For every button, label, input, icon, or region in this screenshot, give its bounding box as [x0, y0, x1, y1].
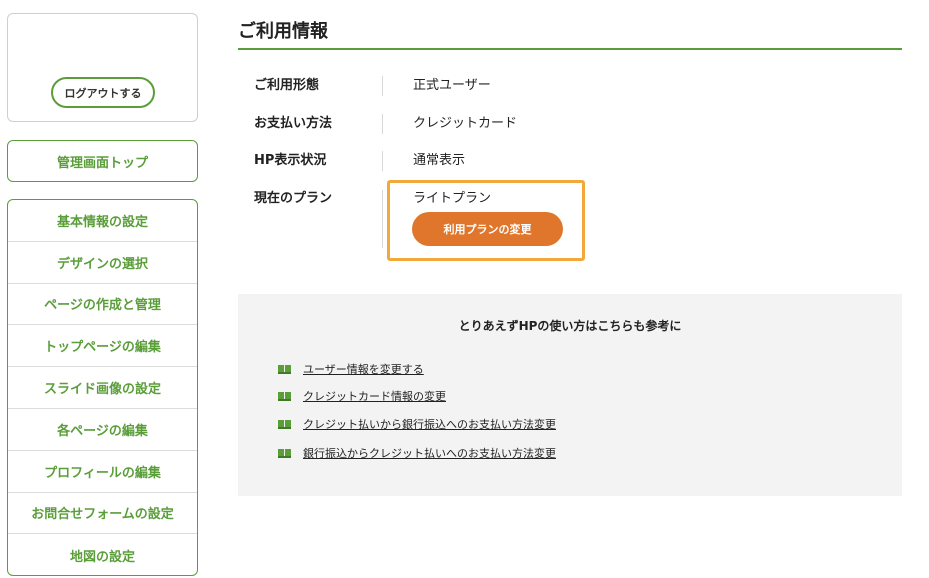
info-label: HP表示状況 — [254, 153, 327, 168]
info-label: 現在のプラン — [254, 191, 333, 206]
menu-item-basic-info[interactable]: 基本情報の設定 — [8, 200, 197, 242]
help-link-text: クレジット払いから銀行振込へのお支払い方法変更 — [303, 418, 556, 431]
info-separator — [382, 114, 383, 134]
info-separator — [382, 76, 383, 96]
title-divider — [238, 48, 902, 50]
help-box: とりあえずHPの使い方はこちらも参考に ユーザー情報を変更する クレジットカード… — [238, 294, 902, 496]
plan-separator — [382, 190, 383, 248]
book-icon — [278, 364, 291, 374]
help-link-text: 銀行振込からクレジット払いへのお支払い方法変更 — [303, 447, 556, 460]
book-icon — [278, 419, 291, 429]
menu-item-profile[interactable]: プロフィールの編集 — [8, 451, 197, 493]
help-link-credit-to-bank[interactable]: クレジット払いから銀行振込へのお支払い方法変更 — [278, 415, 556, 433]
logout-button[interactable]: ログアウトする — [51, 77, 155, 108]
book-icon — [278, 391, 291, 401]
info-row-display-status: HP表示状況 通常表示 — [254, 151, 654, 175]
menu-item-contact-form[interactable]: お問合せフォームの設定 — [8, 493, 197, 535]
menu-item-each-page[interactable]: 各ページの編集 — [8, 409, 197, 451]
menu-item-pages[interactable]: ページの作成と管理 — [8, 284, 197, 326]
info-value: 正式ユーザー — [413, 78, 491, 93]
menu-item-map[interactable]: 地図の設定 — [8, 534, 197, 575]
info-label: ご利用形態 — [254, 78, 320, 93]
info-row-payment-method: お支払い方法 クレジットカード — [254, 114, 654, 138]
menu-item-top-page[interactable]: トップページの編集 — [8, 325, 197, 368]
page-title: ご利用情報 — [238, 21, 328, 42]
info-value: 通常表示 — [413, 153, 466, 168]
admin-top-button[interactable]: 管理画面トップ — [7, 140, 198, 182]
menu-item-design[interactable]: デザインの選択 — [8, 242, 197, 284]
help-link-user-info[interactable]: ユーザー情報を変更する — [278, 360, 424, 378]
account-box: ログアウトする — [7, 13, 198, 122]
info-value: クレジットカード — [413, 116, 518, 131]
help-title: とりあえずHPの使い方はこちらも参考に — [458, 319, 682, 333]
info-label: お支払い方法 — [254, 116, 333, 131]
settings-menu: 基本情報の設定 デザインの選択 ページの作成と管理 トップページの編集 スライド… — [7, 199, 198, 576]
help-link-credit-card[interactable]: クレジットカード情報の変更 — [278, 387, 446, 405]
help-link-text: クレジットカード情報の変更 — [303, 390, 446, 403]
info-separator — [382, 151, 383, 171]
help-link-bank-to-credit[interactable]: 銀行振込からクレジット払いへのお支払い方法変更 — [278, 444, 556, 462]
change-plan-button[interactable]: 利用プランの変更 — [412, 212, 563, 246]
book-icon — [278, 448, 291, 458]
info-row-usage-type: ご利用形態 正式ユーザー — [254, 76, 654, 100]
menu-item-slides[interactable]: スライド画像の設定 — [8, 367, 197, 409]
help-link-text: ユーザー情報を変更する — [303, 363, 424, 376]
